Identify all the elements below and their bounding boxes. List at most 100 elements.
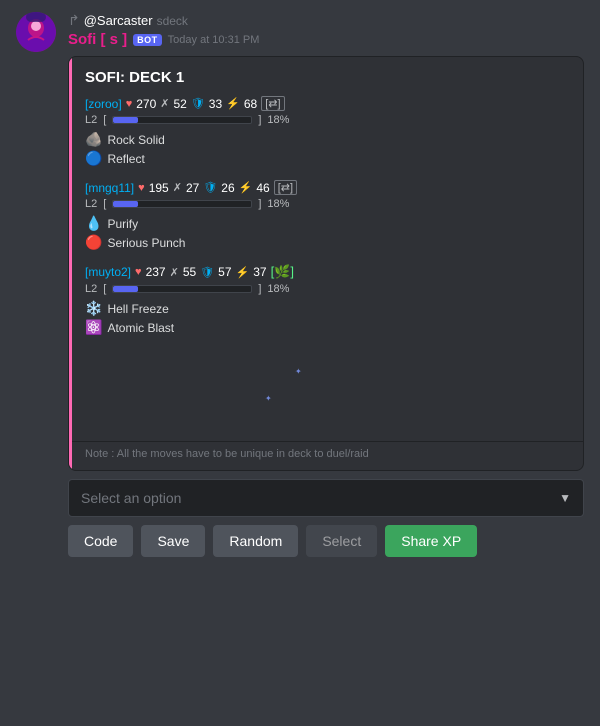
move-name-2-0: Hell Freeze [107,302,168,316]
move-0-0: 🪨 Rock Solid [85,130,569,149]
card-stats-2: [muyto2] ♥ 237 ✗ 55 🛡 57 ⚡ 37 [🌿] [85,264,569,280]
card-name-2: [muyto2] [85,265,131,279]
reply-command: sdeck [157,14,188,28]
animation-area: ✦ ✦ [85,349,569,429]
heart-icon-1: ♥ [138,182,145,194]
xp-bar-1 [112,200,252,208]
chevron-down-icon: ▼ [559,491,571,505]
xp-open-1: [ [103,198,106,210]
move-1-0: 💧 Purify [85,214,569,233]
refresh-icon-0: [⇄] [261,96,284,111]
lightning-val-2: 37 [253,265,266,279]
move-icon-0-1: 🔵 [85,150,102,167]
lightning-icon-2: ⚡ [236,266,250,279]
move-name-0-0: Rock Solid [107,133,164,147]
buttons-row: Code Save Random Select Share XP [0,525,600,573]
move-name-1-1: Serious Punch [107,236,185,250]
xp-close-2: ] [258,283,261,295]
level-label-1: L2 [85,198,97,210]
leaf-icon-2: [🌿] [271,264,294,280]
xp-fill-0 [113,117,138,123]
xp-bar-0 [112,116,252,124]
heart-icon-2: ♥ [135,266,142,278]
reply-line: ↱ @Sarcaster sdeck [68,12,259,29]
move-icon-2-0: ❄️ [85,300,102,317]
shield-val-2: 57 [218,265,231,279]
username-line: Sofi [ s ] BOT Today at 10:31 PM [68,31,259,48]
card-block-0: [zoroo] ♥ 270 ✗ 52 🛡 33 ⚡ 68 [⇄] L2 [ [85,96,569,168]
move-icon-0-0: 🪨 [85,131,102,148]
xp-fill-2 [113,286,138,292]
lightning-val-0: 68 [244,97,257,111]
sword-val-1: 27 [186,181,199,195]
shield-icon-2: 🛡 [200,266,214,279]
shield-val-1: 26 [221,181,234,195]
level-label-2: L2 [85,283,97,295]
share-xp-button[interactable]: Share XP [385,525,477,557]
card-block-1: [mngq11] ♥ 195 ✗ 27 🛡 26 ⚡ 46 [⇄] L2 [ [85,180,569,252]
sword-icon-2: ✗ [170,266,179,279]
xp-close-1: ] [258,198,261,210]
bot-embed-content: SOFI: DECK 1 [zoroo] ♥ 270 ✗ 52 🛡 33 ⚡ 6… [69,57,583,441]
sword-icon-0: ✗ [160,97,169,110]
heart-val-0: 270 [136,97,156,111]
heart-val-1: 195 [149,181,169,195]
move-0-1: 🔵 Reflect [85,149,569,168]
chat-container: ↱ @Sarcaster sdeck Sofi [ s ] BOT Today … [0,0,600,726]
shield-icon-0: 🛡 [191,97,205,110]
level-line-0: L2 [ ] 18% [85,114,569,126]
xp-pct-1: 18% [267,198,289,210]
avatar [16,12,56,52]
select-button: Select [306,525,377,557]
xp-pct-2: 18% [267,283,289,295]
card-name-1: [mngq11] [85,181,134,195]
xp-fill-1 [113,201,138,207]
note-text: Note : All the moves have to be unique i… [69,441,583,470]
move-2-1: ⚛️ Atomic Blast [85,318,569,337]
reply-arrow-icon: ↱ [68,12,80,29]
move-icon-1-1: 🔴 [85,234,102,251]
move-name-0-1: Reflect [107,152,144,166]
select-container: Select an option ▼ [68,479,584,517]
move-1-1: 🔴 Serious Punch [85,233,569,252]
card-name-0: [zoroo] [85,97,122,111]
lightning-val-1: 46 [256,181,269,195]
card-stats-0: [zoroo] ♥ 270 ✗ 52 🛡 33 ⚡ 68 [⇄] [85,96,569,111]
lightning-icon-0: ⚡ [226,97,240,110]
sparkle-1: ✦ [295,367,302,376]
heart-icon-0: ♥ [126,98,133,110]
code-button[interactable]: Code [68,525,133,557]
reply-author: @Sarcaster [84,13,153,28]
level-line-2: L2 [ ] 18% [85,283,569,295]
shield-val-0: 33 [209,97,222,111]
bot-display-name: Sofi [ s ] [68,31,127,48]
xp-pct-0: 18% [267,114,289,126]
bot-embed: SOFI: DECK 1 [zoroo] ♥ 270 ✗ 52 🛡 33 ⚡ 6… [68,56,584,471]
save-button[interactable]: Save [141,525,205,557]
select-dropdown[interactable]: Select an option ▼ [68,479,584,517]
move-name-2-1: Atomic Blast [107,321,174,335]
move-2-0: ❄️ Hell Freeze [85,299,569,318]
move-icon-2-1: ⚛️ [85,319,102,336]
lightning-icon-1: ⚡ [239,181,253,194]
message-timestamp: Today at 10:31 PM [168,34,260,46]
message-header-info: ↱ @Sarcaster sdeck Sofi [ s ] BOT Today … [68,12,259,49]
bot-badge: BOT [133,34,162,46]
shield-icon-1: 🛡 [203,181,217,194]
xp-open-0: [ [103,114,106,126]
level-line-1: L2 [ ] 18% [85,198,569,210]
level-label-0: L2 [85,114,97,126]
sword-val-0: 52 [173,97,186,111]
heart-val-2: 237 [146,265,166,279]
xp-bar-2 [112,285,252,293]
move-name-1-0: Purify [107,217,138,231]
random-button[interactable]: Random [213,525,298,557]
select-placeholder: Select an option [81,490,181,506]
refresh-icon-1: [⇄] [274,180,297,195]
card-block-2: [muyto2] ♥ 237 ✗ 55 🛡 57 ⚡ 37 [🌿] L2 [ [85,264,569,337]
xp-open-2: [ [103,283,106,295]
sparkle-2: ✦ [265,394,272,403]
xp-close-0: ] [258,114,261,126]
card-stats-1: [mngq11] ♥ 195 ✗ 27 🛡 26 ⚡ 46 [⇄] [85,180,569,195]
deck-title: SOFI: DECK 1 [85,69,569,86]
